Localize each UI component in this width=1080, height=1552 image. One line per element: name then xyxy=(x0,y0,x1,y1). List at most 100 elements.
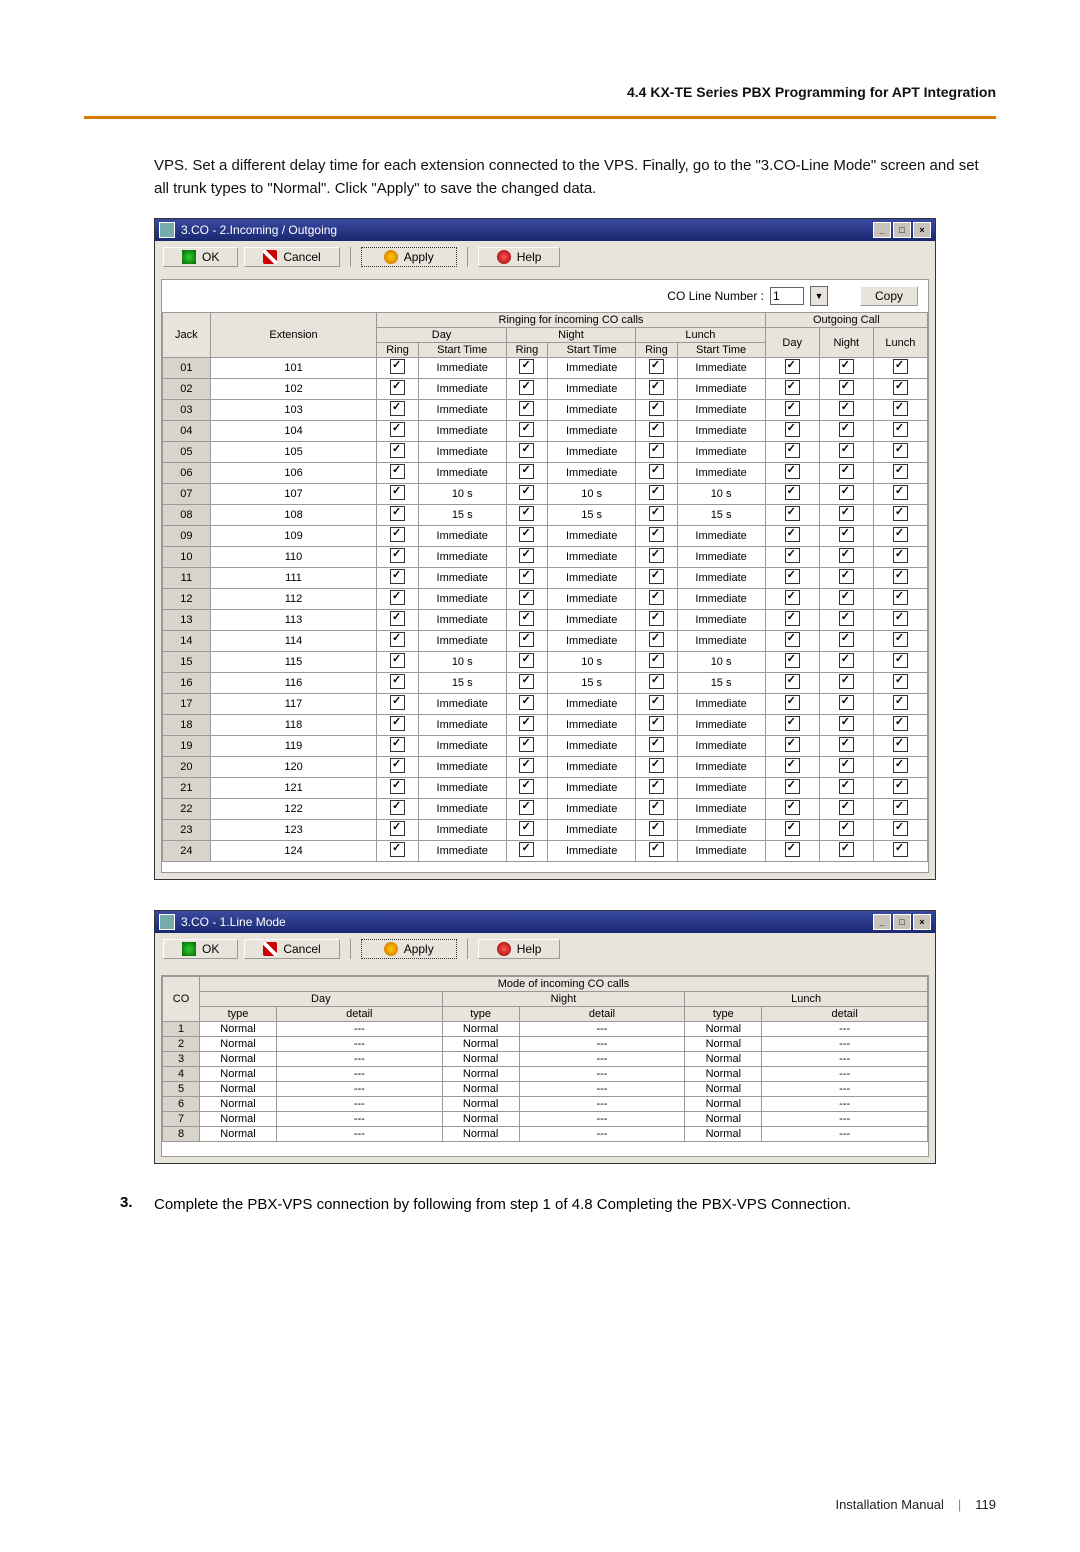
cell-out-lunch[interactable] xyxy=(873,400,927,421)
cell-night-detail[interactable]: --- xyxy=(519,1067,685,1082)
cell-out-lunch[interactable] xyxy=(873,820,927,841)
cell-ring-day[interactable] xyxy=(377,778,418,799)
cell-ring-lunch[interactable] xyxy=(636,421,677,442)
cell-ring-lunch[interactable] xyxy=(636,400,677,421)
cell-day-type[interactable]: Normal xyxy=(200,1112,277,1127)
cell-ring-night[interactable] xyxy=(506,421,547,442)
cell-ring-day[interactable] xyxy=(377,799,418,820)
cell-ext[interactable]: 106 xyxy=(210,463,377,484)
cell-start-lunch[interactable]: Immediate xyxy=(677,778,765,799)
cell-out-lunch[interactable] xyxy=(873,841,927,862)
checkbox-icon[interactable] xyxy=(649,674,664,689)
checkbox-icon[interactable] xyxy=(785,695,800,710)
checkbox-icon[interactable] xyxy=(390,758,405,773)
cell-day-type[interactable]: Normal xyxy=(200,1022,277,1037)
cell-start-day[interactable]: Immediate xyxy=(418,778,506,799)
cell-out-night[interactable] xyxy=(819,547,873,568)
copy-button[interactable]: Copy xyxy=(860,286,918,306)
cell-ring-day[interactable] xyxy=(377,379,418,400)
close-button[interactable]: × xyxy=(913,222,931,238)
checkbox-icon[interactable] xyxy=(893,674,908,689)
checkbox-icon[interactable] xyxy=(519,485,534,500)
cell-ring-day[interactable] xyxy=(377,400,418,421)
checkbox-icon[interactable] xyxy=(785,737,800,752)
checkbox-icon[interactable] xyxy=(519,380,534,395)
checkbox-icon[interactable] xyxy=(785,422,800,437)
cell-start-night[interactable]: Immediate xyxy=(548,778,636,799)
cell-ring-night[interactable] xyxy=(506,631,547,652)
checkbox-icon[interactable] xyxy=(839,779,854,794)
cell-ring-night[interactable] xyxy=(506,589,547,610)
cell-out-day[interactable] xyxy=(765,715,819,736)
cell-out-night[interactable] xyxy=(819,841,873,862)
checkbox-icon[interactable] xyxy=(390,737,405,752)
checkbox-icon[interactable] xyxy=(839,506,854,521)
cell-ring-night[interactable] xyxy=(506,358,547,379)
cell-start-day[interactable]: Immediate xyxy=(418,379,506,400)
checkbox-icon[interactable] xyxy=(390,779,405,794)
cell-out-lunch[interactable] xyxy=(873,442,927,463)
cell-start-lunch[interactable]: Immediate xyxy=(677,421,765,442)
checkbox-icon[interactable] xyxy=(390,527,405,542)
cell-lunch-detail[interactable]: --- xyxy=(762,1067,928,1082)
cell-out-day[interactable] xyxy=(765,652,819,673)
checkbox-icon[interactable] xyxy=(785,359,800,374)
cell-ext[interactable]: 123 xyxy=(210,820,377,841)
cell-out-day[interactable] xyxy=(765,757,819,778)
cell-out-night[interactable] xyxy=(819,568,873,589)
cell-night-type[interactable]: Normal xyxy=(442,1082,519,1097)
cell-start-night[interactable]: Immediate xyxy=(548,694,636,715)
checkbox-icon[interactable] xyxy=(390,716,405,731)
cell-lunch-type[interactable]: Normal xyxy=(685,1097,762,1112)
cell-ring-day[interactable] xyxy=(377,547,418,568)
cancel-button[interactable]: Cancel xyxy=(244,247,339,267)
checkbox-icon[interactable] xyxy=(519,632,534,647)
checkbox-icon[interactable] xyxy=(649,632,664,647)
cell-out-night[interactable] xyxy=(819,379,873,400)
cell-ring-night[interactable] xyxy=(506,379,547,400)
checkbox-icon[interactable] xyxy=(839,842,854,857)
close-button[interactable]: × xyxy=(913,914,931,930)
cell-start-night[interactable]: Immediate xyxy=(548,799,636,820)
checkbox-icon[interactable] xyxy=(390,548,405,563)
checkbox-icon[interactable] xyxy=(649,380,664,395)
checkbox-icon[interactable] xyxy=(785,464,800,479)
cell-day-detail[interactable]: --- xyxy=(277,1127,443,1142)
cell-out-night[interactable] xyxy=(819,442,873,463)
cell-ring-day[interactable] xyxy=(377,652,418,673)
checkbox-icon[interactable] xyxy=(839,359,854,374)
checkbox-icon[interactable] xyxy=(519,443,534,458)
checkbox-icon[interactable] xyxy=(839,695,854,710)
cell-night-type[interactable]: Normal xyxy=(442,1037,519,1052)
cell-ring-night[interactable] xyxy=(506,400,547,421)
cell-ring-night[interactable] xyxy=(506,568,547,589)
cell-start-lunch[interactable]: Immediate xyxy=(677,715,765,736)
cell-ext[interactable]: 101 xyxy=(210,358,377,379)
checkbox-icon[interactable] xyxy=(649,695,664,710)
cell-out-lunch[interactable] xyxy=(873,358,927,379)
cell-lunch-detail[interactable]: --- xyxy=(762,1037,928,1052)
checkbox-icon[interactable] xyxy=(893,632,908,647)
cell-ring-lunch[interactable] xyxy=(636,820,677,841)
cell-out-lunch[interactable] xyxy=(873,736,927,757)
checkbox-icon[interactable] xyxy=(893,590,908,605)
cell-ring-lunch[interactable] xyxy=(636,694,677,715)
cell-ring-night[interactable] xyxy=(506,820,547,841)
cell-ring-night[interactable] xyxy=(506,484,547,505)
cell-ring-night[interactable] xyxy=(506,505,547,526)
checkbox-icon[interactable] xyxy=(785,590,800,605)
checkbox-icon[interactable] xyxy=(519,800,534,815)
cell-start-night[interactable]: Immediate xyxy=(548,400,636,421)
cell-start-day[interactable]: Immediate xyxy=(418,820,506,841)
checkbox-icon[interactable] xyxy=(649,569,664,584)
checkbox-icon[interactable] xyxy=(390,674,405,689)
ok-button[interactable]: OK xyxy=(163,247,238,267)
cell-out-night[interactable] xyxy=(819,505,873,526)
checkbox-icon[interactable] xyxy=(519,464,534,479)
cell-out-day[interactable] xyxy=(765,400,819,421)
cell-start-day[interactable]: Immediate xyxy=(418,421,506,442)
cell-out-day[interactable] xyxy=(765,526,819,547)
cell-out-night[interactable] xyxy=(819,421,873,442)
cell-out-day[interactable] xyxy=(765,694,819,715)
checkbox-icon[interactable] xyxy=(519,842,534,857)
